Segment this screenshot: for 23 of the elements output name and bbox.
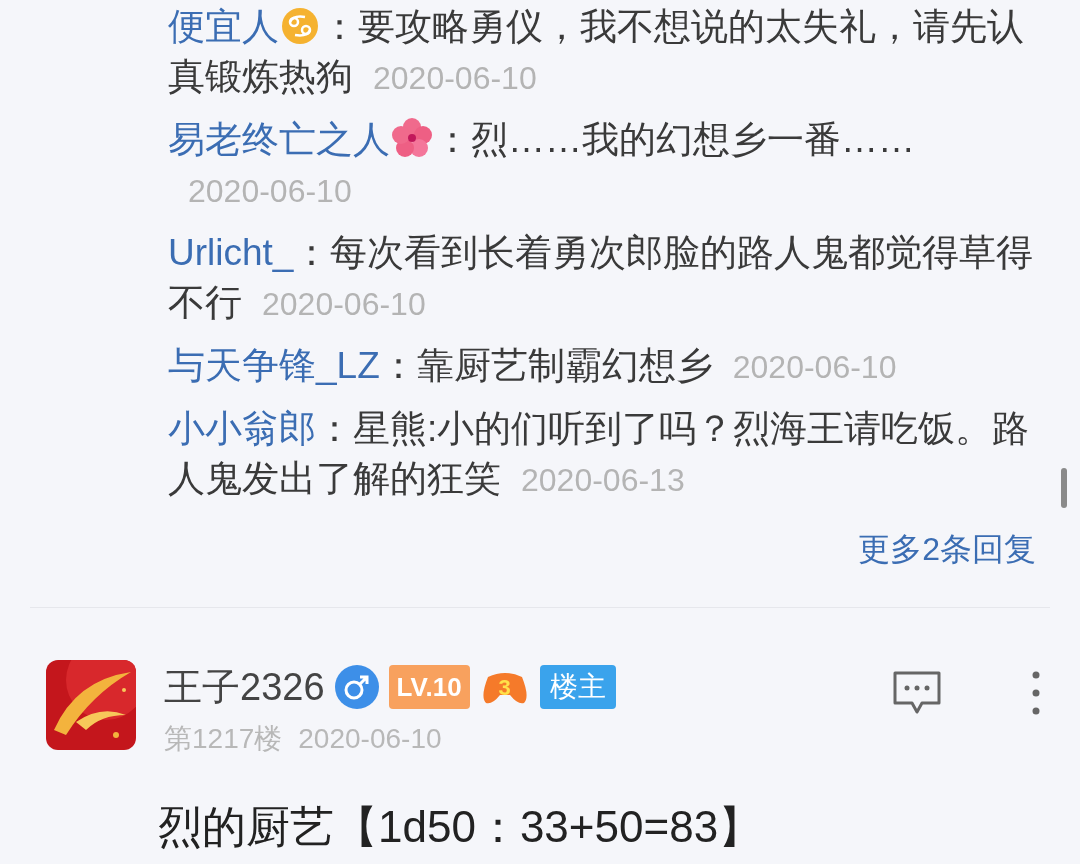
reply-comment: 与天争锋_LZ：靠厨艺制霸幻想乡 2020-06-10	[168, 344, 898, 388]
reply-comment: Urlicht_：每次看到长着勇次郎脸的路人鬼都觉得草得不行 2020-06-10	[168, 231, 1035, 325]
reply-comment: 便宜人 ：要攻略勇仪，我不想说的太失礼，请先认真锻炼热狗 2020-06-10	[168, 5, 1025, 99]
post-content: 烈的厨艺【1d50：33+50=83】	[157, 801, 764, 853]
reply-comment: 小小翁郎：星熊:小的们听到了吗？烈海王请吃饭。路人鬼发出了解的狂笑 2020-06-13	[168, 407, 1031, 501]
hibiscus-icon	[392, 118, 432, 158]
comment-icon[interactable]	[892, 670, 942, 716]
post-date: 2020-06-10	[298, 722, 442, 756]
more-replies-link[interactable]: 更多2条回复	[858, 525, 1036, 573]
level-badge: LV.10	[388, 665, 470, 709]
more-icon[interactable]	[1032, 671, 1040, 715]
male-icon	[334, 665, 379, 709]
owner-badge: 楼主	[539, 665, 616, 709]
zodiac-cancer-icon	[281, 7, 319, 45]
reply-author-link[interactable]: 便宜人	[168, 6, 279, 47]
floor-number: 第1217楼	[164, 722, 283, 756]
reply-comment: 易老终亡之人 ：烈……我的幻想乡一番…… 2020-06-10	[168, 117, 916, 211]
scrollbar	[1061, 468, 1067, 508]
username[interactable]: 王子2326	[164, 658, 325, 716]
reply-author-link[interactable]: 易老终亡之人	[168, 119, 390, 160]
reply-author-link[interactable]: 小小翁郎	[168, 408, 316, 449]
reply-author-link[interactable]: Urlicht_	[168, 232, 294, 273]
reply-author-link[interactable]: 与天争锋_LZ	[168, 345, 380, 386]
